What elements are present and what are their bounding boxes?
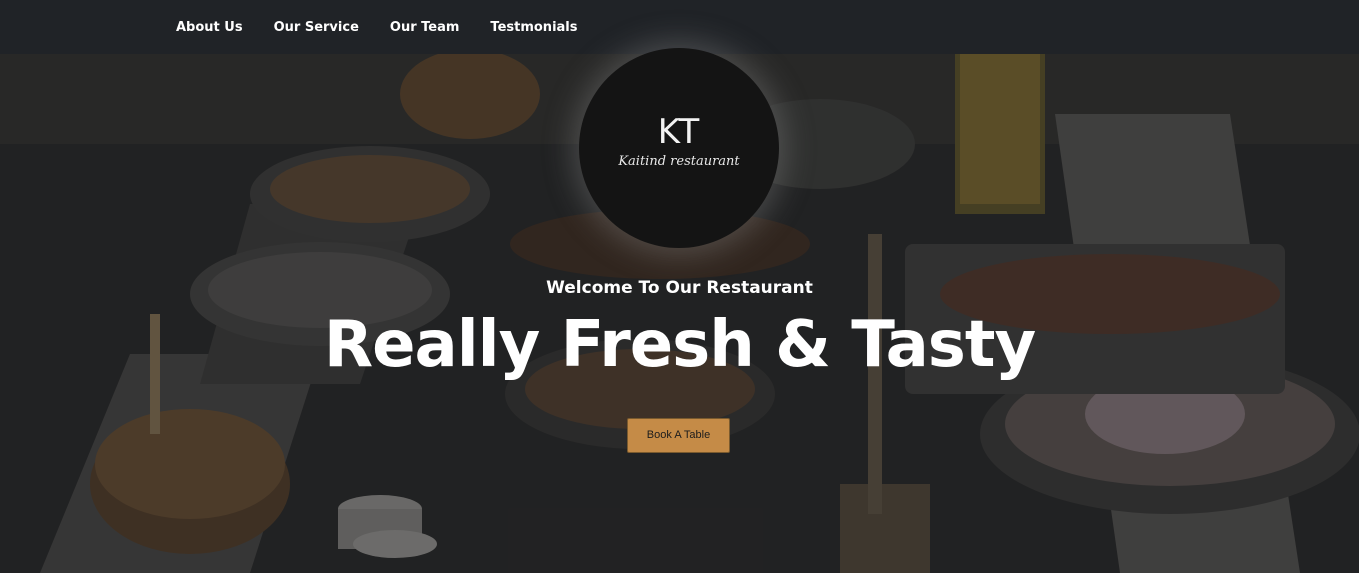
welcome-subtitle: Welcome To Our Restaurant bbox=[546, 278, 813, 298]
book-table-button[interactable]: Book A Table bbox=[627, 418, 730, 453]
logo-monogram: KT bbox=[657, 112, 701, 152]
nav-links: About Us Our Service Our Team Testmonial… bbox=[176, 0, 609, 54]
nav-link-our-service[interactable]: Our Service bbox=[274, 20, 359, 35]
restaurant-logo[interactable]: KT Kaitind restaurant bbox=[579, 48, 779, 248]
nav-link-testimonials[interactable]: Testmonials bbox=[490, 20, 577, 35]
landing-page: About Us Our Service Our Team Testmonial… bbox=[0, 0, 1359, 573]
nav-link-about-us[interactable]: About Us bbox=[176, 20, 243, 35]
logo-subtitle: Kaitind restaurant bbox=[618, 154, 740, 169]
hero-headline: Really Fresh & Tasty bbox=[323, 308, 1036, 382]
top-navbar: About Us Our Service Our Team Testmonial… bbox=[0, 0, 1359, 54]
nav-link-our-team[interactable]: Our Team bbox=[390, 20, 460, 35]
